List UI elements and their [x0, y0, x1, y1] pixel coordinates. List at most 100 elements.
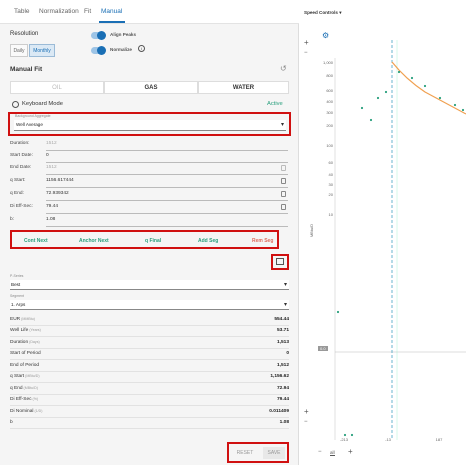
add-seg-button[interactable]: Add Seg — [198, 238, 218, 244]
lock-icon[interactable] — [281, 191, 286, 197]
result-b: b 1.08 — [10, 418, 289, 429]
tab-table[interactable]: Table — [14, 8, 30, 15]
segment-label: Segment — [10, 294, 25, 298]
result-start-of-period: Start of Period 0 — [10, 349, 289, 360]
data-point — [438, 96, 442, 100]
segment-value: 1. Arps — [11, 302, 26, 307]
field-label: End Date: — [10, 165, 32, 170]
data-point — [410, 76, 414, 80]
result-eur: EUR(MMBtu) 554.44 — [10, 315, 289, 326]
y-tick-label: 100 — [326, 143, 333, 148]
data-point — [369, 118, 373, 122]
data-point — [423, 84, 427, 88]
q-final-button[interactable]: q Final — [145, 238, 161, 244]
data-point — [336, 310, 340, 314]
cont-next-button[interactable]: Cont Next — [24, 238, 48, 244]
data-point — [384, 90, 388, 94]
field-value: 1512 — [46, 141, 57, 146]
background-aggregate-select[interactable]: Well Average ▾ — [14, 120, 286, 131]
data-point — [376, 96, 380, 100]
lock-icon[interactable] — [281, 165, 286, 171]
background-aggregate-label: Background Aggregate — [15, 114, 51, 118]
tab-bar: Table Normalization Fit Manual — [0, 0, 299, 24]
field-q-end[interactable]: q End: 72.939342 — [10, 189, 288, 201]
y-tick-label: 200 — [326, 123, 333, 128]
y-tick-label: 30 — [329, 182, 334, 187]
field-label: Start Date: — [10, 153, 33, 158]
resolution-daily-button[interactable]: Daily — [10, 44, 28, 57]
normalize-label: Normalize — [110, 47, 132, 52]
field-q-start[interactable]: q Start: 1156.617444 — [10, 176, 288, 188]
p-series-value: Best — [11, 282, 21, 287]
align-peaks-toggle[interactable] — [91, 31, 106, 40]
rem-seg-button[interactable]: Rem Seg — [252, 238, 273, 244]
y-tick-label: 40 — [329, 172, 334, 177]
chevron-down-icon: ▾ — [283, 282, 287, 288]
chevron-down-icon: ▾ — [283, 302, 287, 308]
phase-gas-button[interactable]: GAS — [104, 81, 198, 94]
y-tick-label: 10 — [329, 212, 334, 217]
result-q-start: q Start(MBtu/D) 1,156.62 — [10, 372, 289, 383]
phase-water-button[interactable]: WATER — [198, 81, 289, 94]
data-point — [343, 433, 347, 437]
anchor-next-button[interactable]: Anchor Next — [79, 238, 109, 244]
segment-select[interactable]: 1. Arps ▾ — [10, 300, 289, 310]
info-icon[interactable]: i — [138, 45, 145, 52]
keyboard-mode-label: Keyboard Mode — [22, 101, 63, 107]
lock-icon[interactable] — [281, 178, 286, 184]
field-b[interactable]: b: 1.08 — [10, 215, 288, 227]
active-tab-indicator — [99, 21, 125, 23]
field-label: b: — [10, 217, 15, 222]
fit-curve — [391, 61, 466, 115]
data-point — [350, 433, 354, 437]
y-tick-label: 800 — [326, 73, 333, 78]
keyboard-mode-info-icon — [12, 101, 19, 108]
field-duration: Duration: 1512 — [10, 139, 288, 151]
result-end-of-period: End of Period 1,512 — [10, 361, 289, 372]
reset-button[interactable]: RESET — [232, 447, 258, 459]
field-label: Di Eff-Sec: — [10, 204, 33, 209]
field-label: q Start: — [10, 178, 26, 183]
field-value: 1156.617444 — [46, 178, 74, 183]
tab-normalization[interactable]: Normalization — [39, 8, 79, 15]
result-di-eff-sec: Di Eff-Sec(%) 79.44 — [10, 395, 289, 406]
manual-fit-title: Manual Fit — [10, 66, 43, 73]
x-tick-label: 187 — [436, 437, 443, 442]
p-series-label: P-Series — [10, 274, 24, 278]
field-value: 0 — [46, 153, 49, 158]
y-tick-label: 1,000 — [323, 60, 334, 65]
field-label: q End: — [10, 191, 24, 196]
y-tick-label: 600 — [326, 88, 333, 93]
p-series-select[interactable]: Best ▾ — [10, 280, 289, 290]
resolution-monthly-button[interactable]: Monthly — [29, 44, 55, 57]
data-point — [397, 70, 401, 74]
chevron-down-icon: ▾ — [280, 122, 284, 128]
lock-icon[interactable] — [281, 204, 286, 210]
field-value: 1512 — [46, 165, 57, 170]
reset-icon[interactable]: ↺ — [280, 64, 287, 73]
field-label: Duration: — [10, 141, 30, 146]
decline-chart[interactable]: 1,000 800 600 400 300 200 100 60 40 30 20 10 -213 -13… — [300, 0, 466, 465]
field-di-eff-sec[interactable]: Di Eff-Sec: 79.44 — [10, 202, 288, 214]
result-q-end: q End(MBtu/D) 72.94 — [10, 384, 289, 395]
save-button[interactable]: SAVE — [263, 447, 285, 459]
phase-oil-button[interactable]: OIL — [10, 81, 104, 94]
tab-manual[interactable]: Manual — [101, 8, 122, 15]
align-peaks-label: Align Peaks — [110, 32, 137, 37]
table-icon[interactable] — [276, 258, 284, 265]
x-tick-label: -13 — [385, 437, 392, 442]
field-value: 72.939342 — [46, 191, 69, 196]
tab-fit[interactable]: Fit — [84, 8, 91, 15]
y-tick-label: 20 — [329, 192, 334, 197]
y-tick-label: 300 — [326, 110, 333, 115]
x-tick-label: -213 — [340, 437, 349, 442]
field-start-date[interactable]: Start Date: 0 — [10, 151, 288, 163]
field-value: 1.08 — [46, 217, 56, 222]
normalize-toggle[interactable] — [91, 46, 106, 55]
background-aggregate-value: Well Average — [16, 122, 43, 127]
manual-fit-panel: Table Normalization Fit Manual Resolutio… — [0, 0, 299, 465]
result-duration: Duration(Days) 1,513 — [10, 338, 289, 349]
result-di-nominal: Di Nominal(1/D) 0.011409 — [10, 407, 289, 418]
y-tick-label: 400 — [326, 99, 333, 104]
field-end-date[interactable]: End Date: 1512 — [10, 163, 288, 175]
